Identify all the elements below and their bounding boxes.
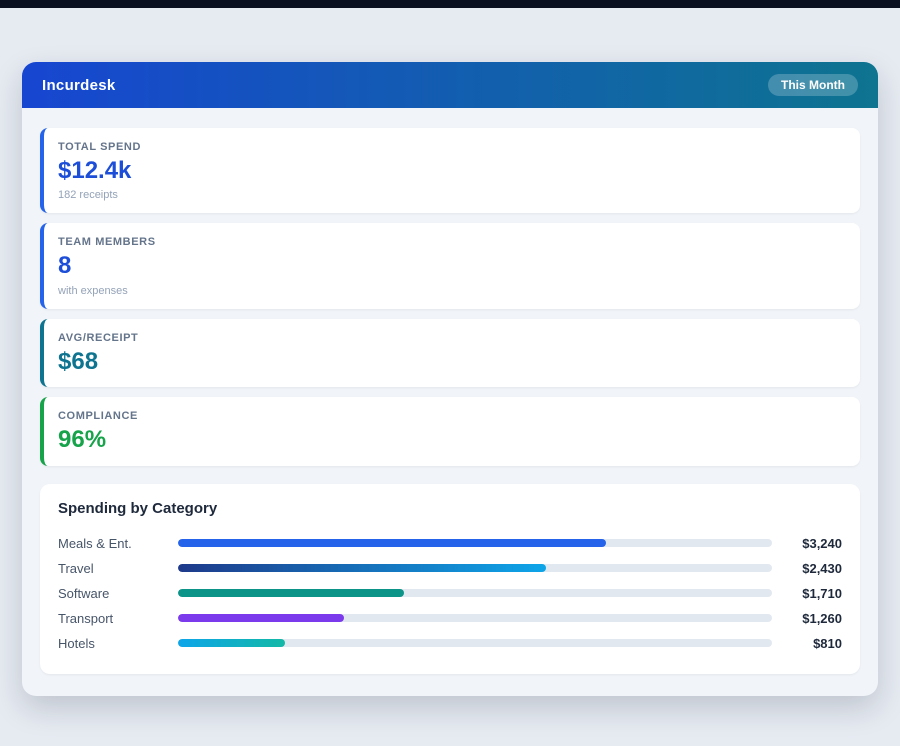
period-badge[interactable]: This Month [768,74,858,96]
value-label: $2,430 [772,561,842,576]
value-label: $810 [772,636,842,651]
bar [178,564,546,572]
stat-label: TOTAL SPEND [58,141,844,153]
bar [178,539,606,547]
stat-card: TEAM MEMBERS 8 with expenses [40,223,860,308]
stats-list: TOTAL SPEND $12.4k 182 receipts TEAM MEM… [40,128,860,466]
page: Incurdesk This Month TOTAL SPEND $12.4k … [0,0,900,696]
value-label: $3,240 [772,536,842,551]
category-label: Hotels [58,636,178,651]
stat-caption: with expenses [58,285,844,297]
bar-track [178,614,772,622]
stat-card: COMPLIANCE 96% [40,397,860,465]
stat-label: COMPLIANCE [58,410,844,422]
content: TOTAL SPEND $12.4k 182 receipts TEAM MEM… [22,108,878,696]
app-header: Incurdesk This Month [22,62,878,108]
app-title: Incurdesk [42,77,116,94]
chart-row: Software $1,710 [58,581,842,606]
category-label: Transport [58,611,178,626]
bar-track [178,564,772,572]
bar [178,614,344,622]
bar-track [178,539,772,547]
app-card: Incurdesk This Month TOTAL SPEND $12.4k … [22,62,878,696]
chart-row: Meals & Ent. $3,240 [58,531,842,556]
stat-value: 8 [58,253,844,279]
chart-row: Hotels $810 [58,631,842,656]
stat-caption: 182 receipts [58,189,844,201]
stat-card: TOTAL SPEND $12.4k 182 receipts [40,128,860,213]
category-label: Meals & Ent. [58,536,178,551]
bar-track [178,639,772,647]
value-label: $1,260 [772,611,842,626]
bar [178,589,404,597]
stat-value: $12.4k [58,158,844,184]
stat-value: 96% [58,427,844,453]
bar-track [178,589,772,597]
spending-chart-card: Spending by Category Meals & Ent. $3,240… [40,484,860,674]
bar [178,639,285,647]
stat-label: AVG/RECEIPT [58,332,844,344]
top-strip [0,0,900,8]
stat-value: $68 [58,349,844,375]
stat-label: TEAM MEMBERS [58,236,844,248]
chart-row: Transport $1,260 [58,606,842,631]
category-label: Travel [58,561,178,576]
category-label: Software [58,586,178,601]
chart-rows: Meals & Ent. $3,240 Travel $2,430 Softwa… [58,531,842,656]
chart-row: Travel $2,430 [58,556,842,581]
chart-title: Spending by Category [58,500,842,517]
value-label: $1,710 [772,586,842,601]
stat-card: AVG/RECEIPT $68 [40,319,860,387]
